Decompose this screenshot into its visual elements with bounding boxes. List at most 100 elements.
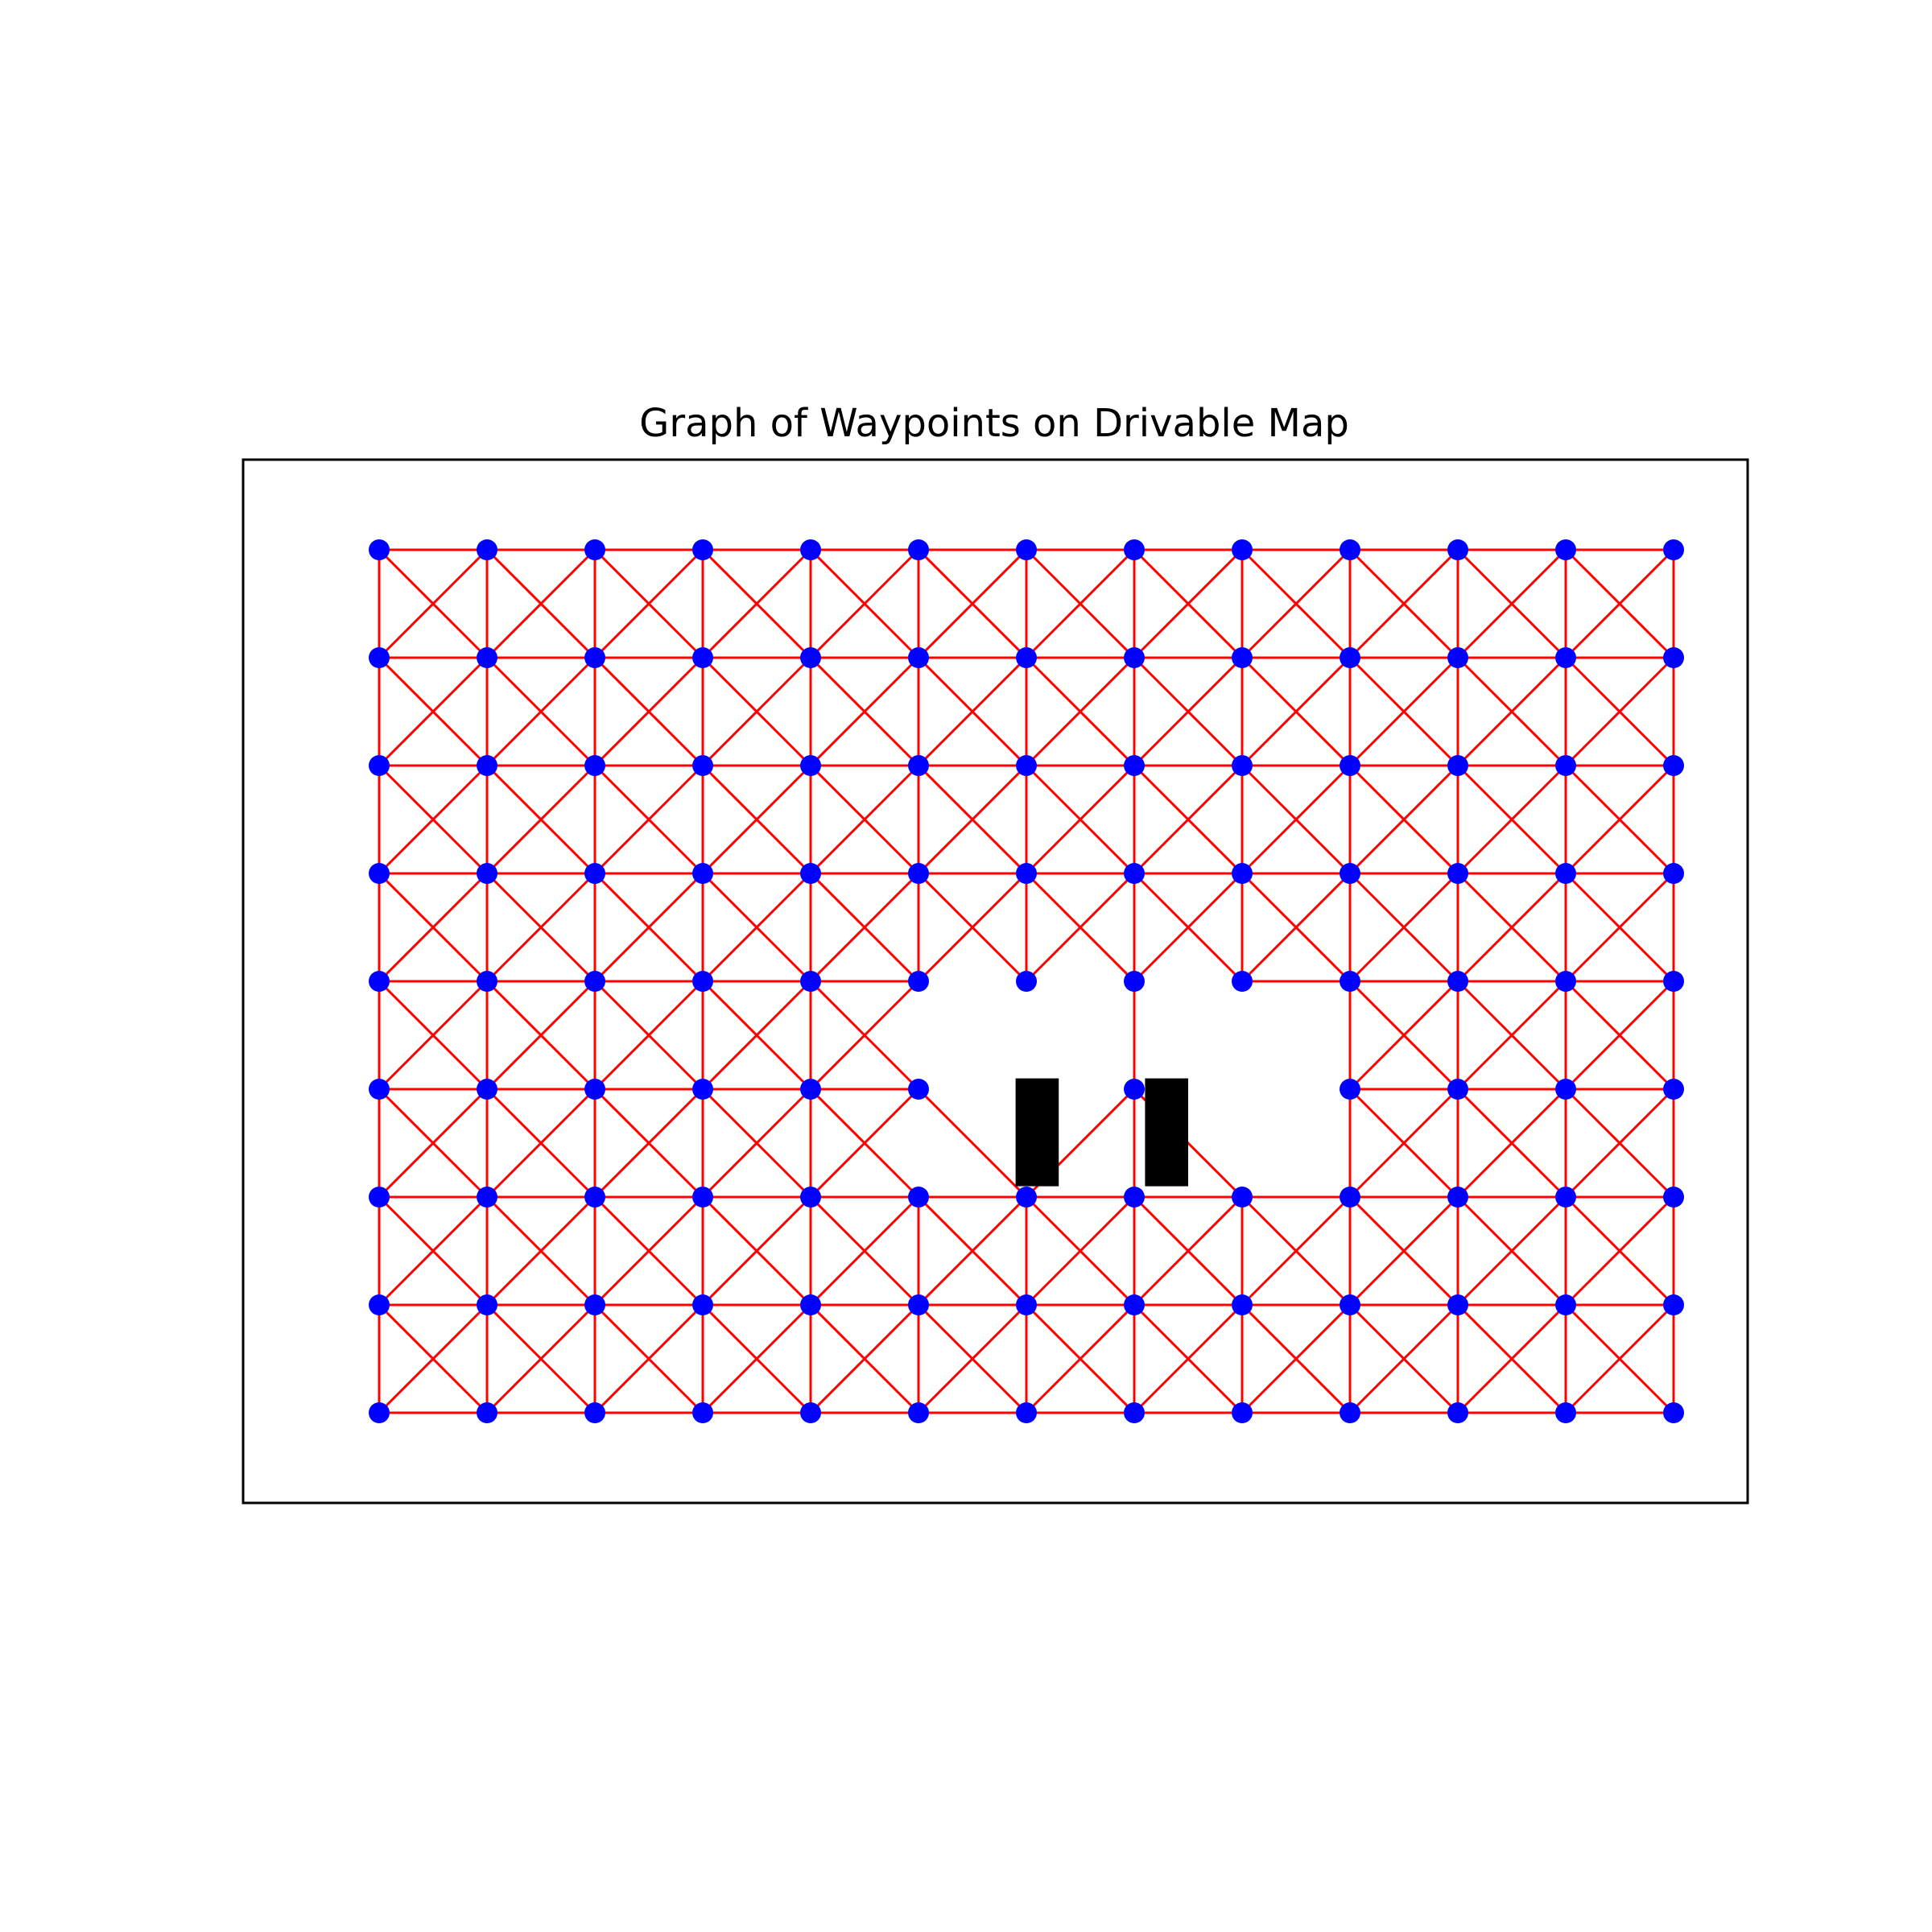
waypoint-node [477,863,497,884]
waypoint-node [584,863,605,884]
waypoint-node [1447,755,1468,776]
obstacle-left [1015,1078,1059,1187]
waypoint-node [584,539,605,560]
waypoint-node [1447,647,1468,668]
waypoint-node [1340,755,1360,776]
waypoint-node [584,647,605,668]
waypoint-node [692,539,713,560]
waypoint-node [477,539,497,560]
waypoint-node [1555,1402,1576,1423]
waypoint-node [1016,1402,1037,1423]
waypoint-node [1232,1294,1253,1315]
obstacles-layer [1015,1078,1188,1187]
waypoint-node [1663,755,1684,776]
waypoint-node [1016,971,1037,992]
waypoint-node [1016,539,1037,560]
waypoint-node [908,1294,929,1315]
waypoint-node [1340,647,1360,668]
waypoint-node [692,1402,713,1423]
waypoint-node [1232,539,1253,560]
waypoint-node [1232,863,1253,884]
obstacle-right [1145,1078,1188,1187]
waypoint-node [692,971,713,992]
waypoint-node [369,1294,390,1315]
waypoint-node [1555,1079,1576,1100]
waypoint-node [1016,647,1037,668]
waypoint-node [584,1294,605,1315]
waypoint-node [1340,1294,1360,1315]
waypoint-node [1124,1294,1145,1315]
waypoint-node [1555,539,1576,560]
waypoint-node [1232,971,1253,992]
waypoint-node [800,647,821,668]
waypoint-node [692,863,713,884]
waypoint-node [369,1187,390,1208]
waypoint-node [1663,647,1684,668]
waypoint-node [800,863,821,884]
waypoint-node [584,755,605,776]
waypoint-node [800,1079,821,1100]
waypoint-node [1555,863,1576,884]
waypoint-node [1124,1079,1145,1100]
waypoint-node [1340,971,1360,992]
waypoint-node [584,1402,605,1423]
waypoint-node [800,755,821,776]
waypoint-node [477,755,497,776]
waypoint-node [1447,971,1468,992]
waypoint-node [1016,1187,1037,1208]
waypoint-node [908,1079,929,1100]
waypoint-node [800,539,821,560]
waypoint-node [1447,1079,1468,1100]
waypoint-node [908,647,929,668]
waypoint-node [1340,1402,1360,1423]
waypoint-node [1124,755,1145,776]
waypoint-node [1232,755,1253,776]
waypoint-node [1124,539,1145,560]
waypoint-node [1016,755,1037,776]
waypoint-node [692,1294,713,1315]
waypoint-node [1340,1079,1360,1100]
waypoint-node [692,1079,713,1100]
waypoint-node [584,1079,605,1100]
waypoint-node [1124,647,1145,668]
waypoint-node [369,755,390,776]
waypoint-node [1447,863,1468,884]
waypoint-node [908,971,929,992]
waypoint-node [1124,971,1145,992]
waypoint-node [369,863,390,884]
waypoint-node [908,539,929,560]
waypoint-node [908,863,929,884]
waypoint-node [584,971,605,992]
waypoint-node [477,1187,497,1208]
waypoint-node [692,1187,713,1208]
waypoint-node [1232,1402,1253,1423]
waypoint-node [477,1079,497,1100]
waypoint-node [369,971,390,992]
waypoint-node [369,1079,390,1100]
waypoint-node [1447,1294,1468,1315]
waypoint-node [1663,971,1684,992]
waypoint-node [1663,1294,1684,1315]
waypoint-node [800,1187,821,1208]
waypoint-node [1340,1187,1360,1208]
waypoint-node [1340,539,1360,560]
waypoint-node [1555,1187,1576,1208]
waypoint-node [692,647,713,668]
waypoint-node [1124,1402,1145,1423]
waypoint-node [1555,755,1576,776]
waypoint-node [908,1187,929,1208]
waypoint-node [1555,971,1576,992]
waypoint-node [692,755,713,776]
waypoint-node [800,1294,821,1315]
waypoint-node [800,971,821,992]
waypoint-node [477,647,497,668]
waypoint-node [477,1402,497,1423]
waypoint-node [369,1402,390,1423]
waypoint-node [369,647,390,668]
waypoint-node [1232,647,1253,668]
waypoint-node [1447,1402,1468,1423]
waypoint-node [1663,1187,1684,1208]
waypoint-node [800,1402,821,1423]
waypoint-node [1555,647,1576,668]
waypoint-node [1232,1187,1253,1208]
